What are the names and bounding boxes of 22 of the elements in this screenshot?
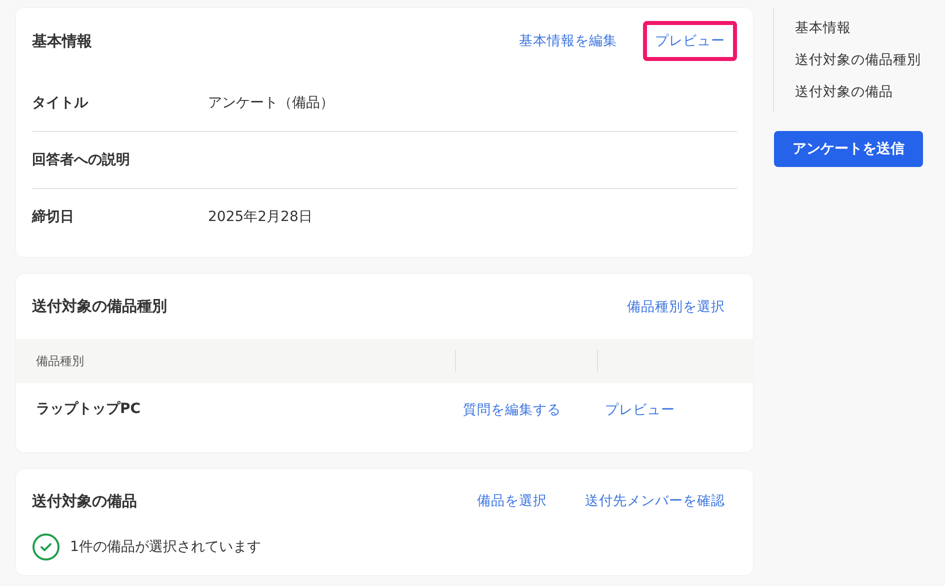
field-label: 回答者への説明 xyxy=(32,151,131,169)
section-title: 送付対象の備品 xyxy=(32,492,137,510)
field-value: 2025年2月28日 xyxy=(208,208,312,226)
column-header: 備品種別 xyxy=(36,352,84,370)
action-link[interactable]: 備品種別を選択 xyxy=(615,286,737,326)
status-text: 1件の備品が選択されています xyxy=(70,538,261,556)
row-link[interactable]: プレビュー xyxy=(597,402,675,418)
action-link[interactable]: 備品を選択 xyxy=(465,481,559,521)
nav-item[interactable]: 基本情報 xyxy=(774,12,925,44)
send-button[interactable]: アンケートを送信 xyxy=(774,131,923,167)
field-label: 締切日 xyxy=(32,208,75,226)
table-cell-text: ラップトップPC xyxy=(35,400,142,418)
field-value: アンケート（備品） xyxy=(208,94,334,112)
row-link[interactable]: 質問を編集する xyxy=(455,402,561,418)
action-link[interactable]: 送付先メンバーを確認 xyxy=(573,481,737,521)
action-link[interactable]: プレビュー xyxy=(643,21,737,61)
nav-item[interactable]: 送付対象の備品種別 xyxy=(774,44,925,76)
section-title: 送付対象の備品種別 xyxy=(32,297,167,316)
action-link[interactable]: 基本情報を編集 xyxy=(507,21,629,61)
nav-item[interactable]: 送付対象の備品 xyxy=(774,76,925,108)
section-title: 基本情報 xyxy=(32,32,92,50)
field-label: タイトル xyxy=(32,94,90,112)
